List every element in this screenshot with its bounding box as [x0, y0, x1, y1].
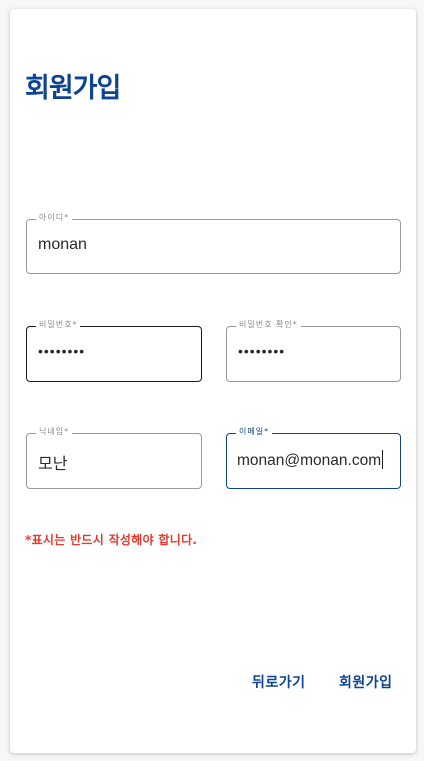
password-field-label: 비밀번호*: [36, 319, 81, 331]
id-field-label: 아이디*: [36, 212, 73, 224]
required-notice: *표시는 반드시 작성해야 합니다.: [25, 533, 198, 547]
nickname-field-label: 닉네임*: [36, 426, 73, 438]
page-title: 회원가입: [25, 73, 121, 104]
signup-button[interactable]: 회원가입: [339, 672, 393, 692]
password-confirm-field-value: ••••••••: [238, 343, 286, 359]
password-confirm-field[interactable]: 비밀번호 확인* ••••••••: [226, 319, 401, 382]
password-field-value: ••••••••: [38, 343, 86, 359]
nickname-field-value: 모난: [38, 456, 68, 473]
back-button[interactable]: 뒤로가기: [252, 672, 306, 692]
text-caret: [382, 450, 384, 469]
email-field-label: 이메일*: [236, 426, 273, 438]
email-field-value-wrap: monan@monan.com: [237, 450, 384, 470]
email-field-value: monan@monan.com: [237, 452, 382, 469]
nickname-field[interactable]: 닉네임* 모난: [26, 426, 202, 489]
password-confirm-field-label: 비밀번호 확인*: [236, 319, 301, 331]
password-field[interactable]: 비밀번호* ••••••••: [26, 319, 202, 382]
id-field[interactable]: 아이디* monan: [26, 212, 401, 274]
id-field-value: monan: [38, 236, 87, 253]
email-field[interactable]: 이메일* monan@monan.com: [226, 426, 401, 489]
